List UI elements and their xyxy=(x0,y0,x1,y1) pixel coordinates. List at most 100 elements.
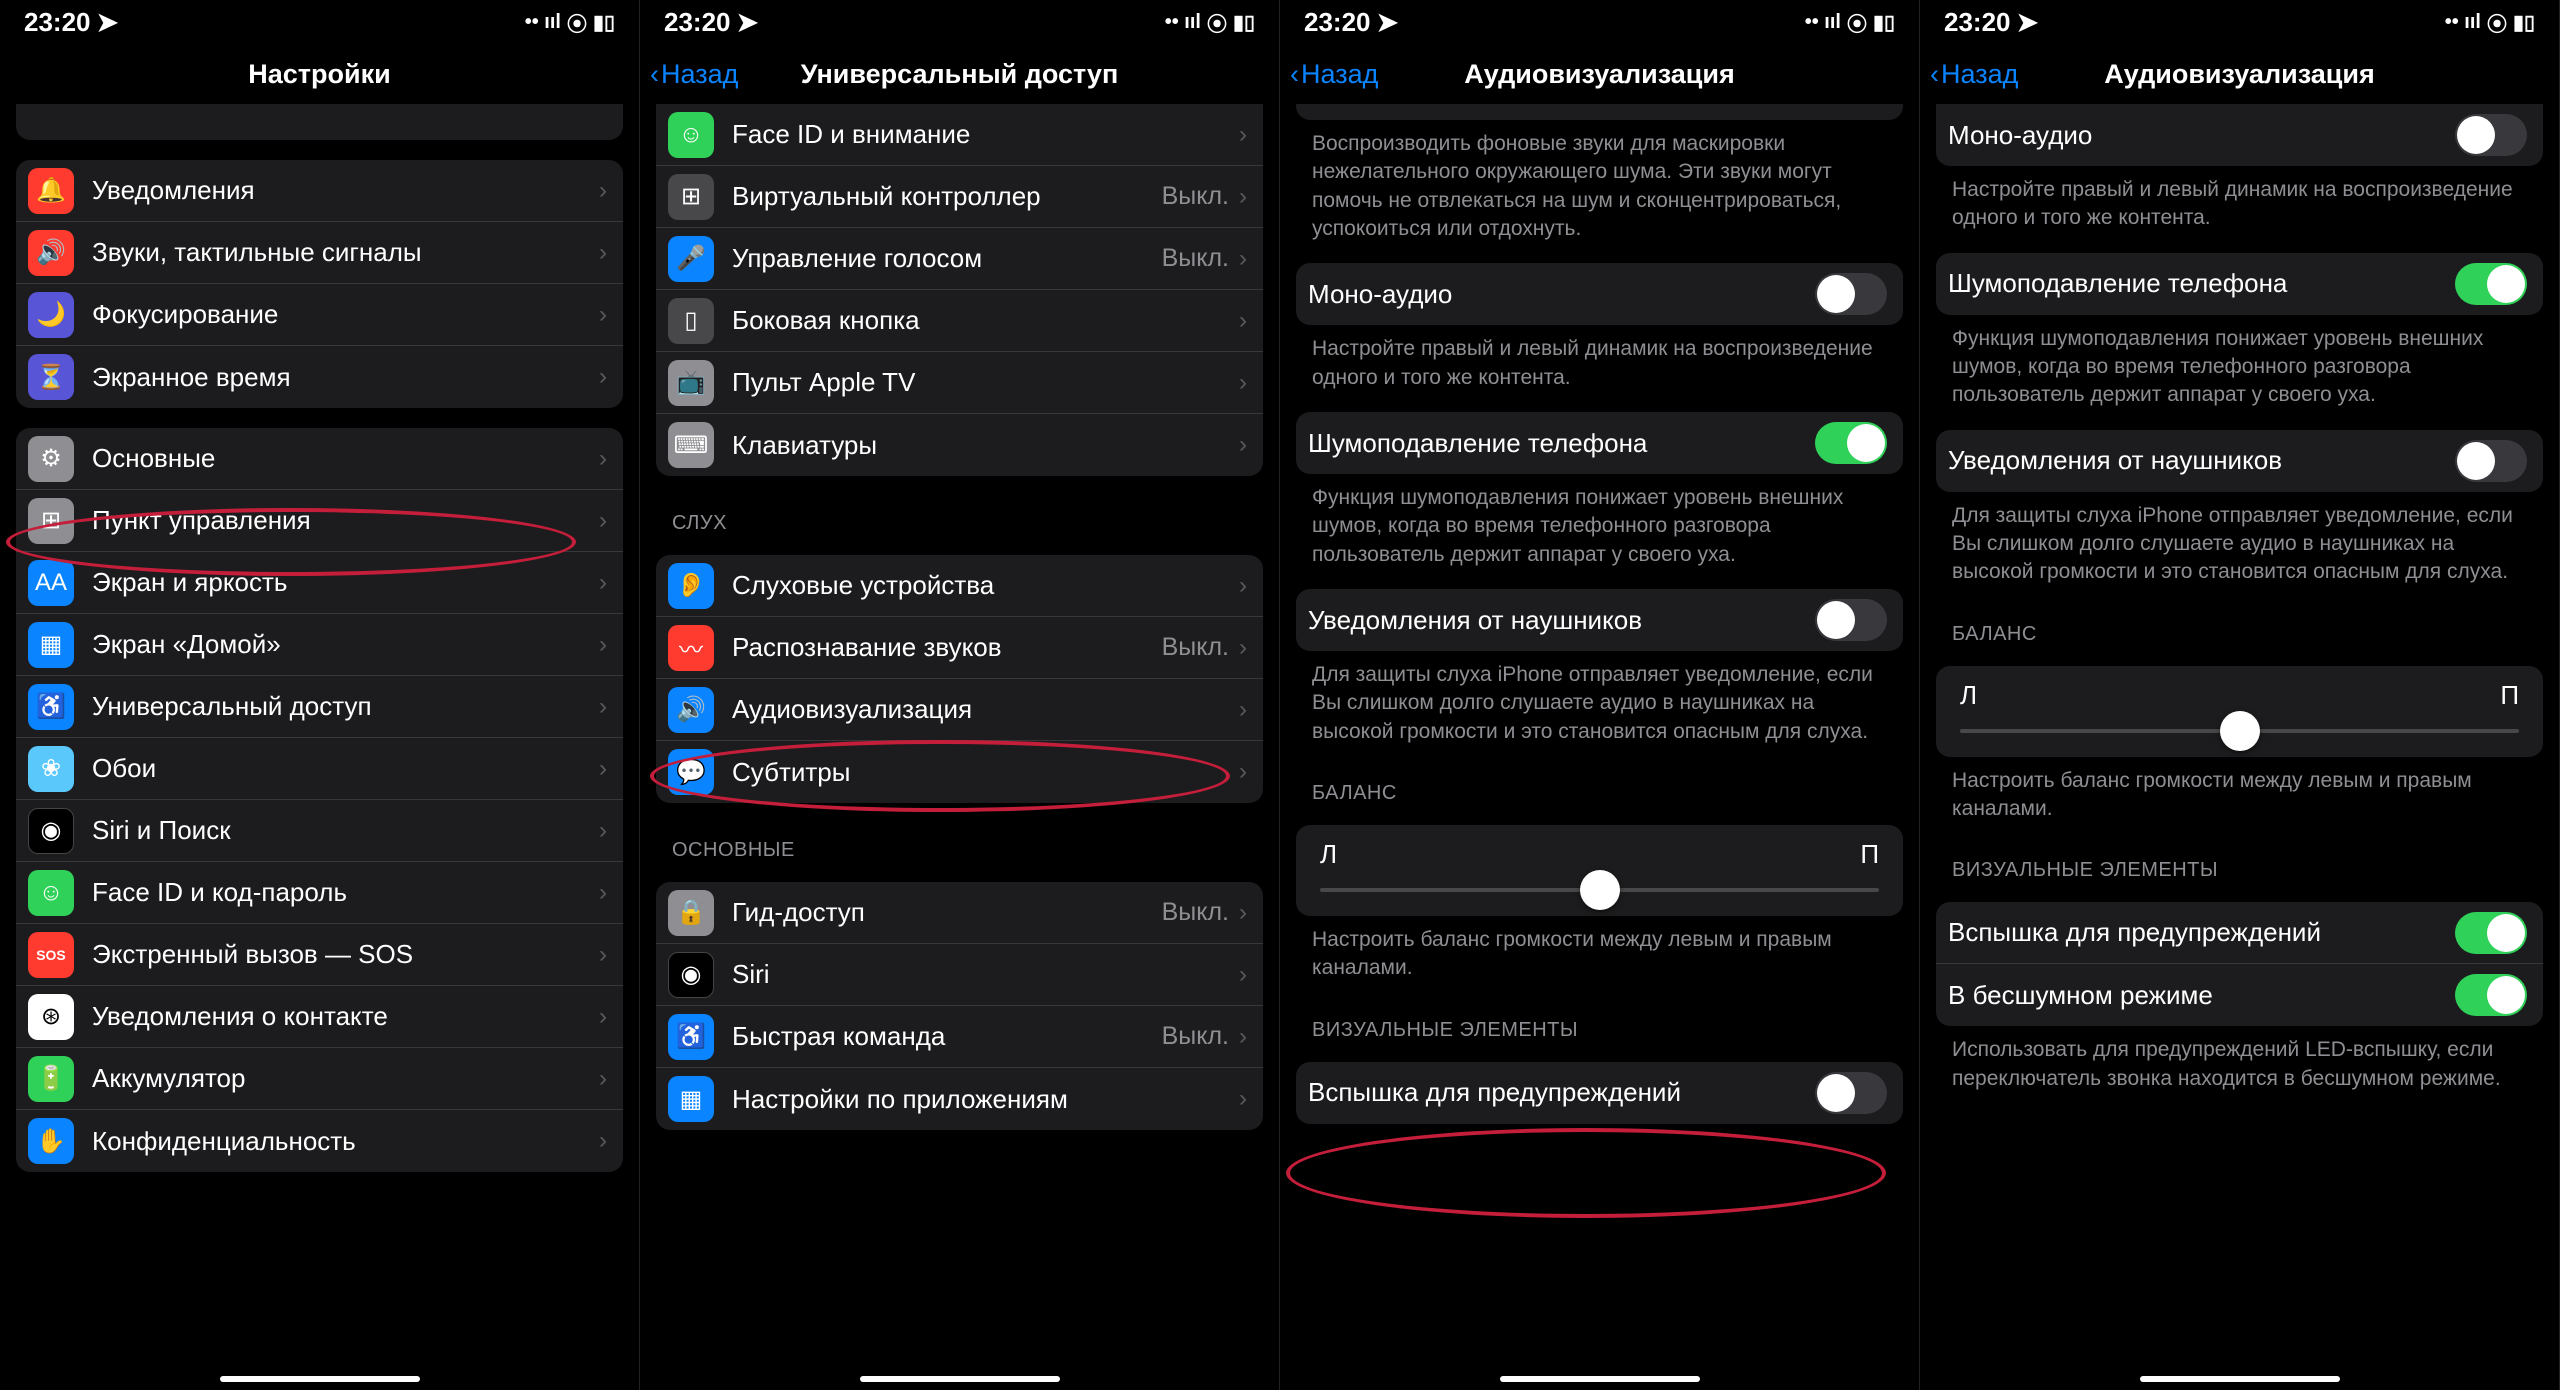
chevron-right-icon: › xyxy=(1239,1023,1247,1051)
row-apple-tv-remote[interactable]: 📺Пульт Apple TV› xyxy=(656,352,1263,414)
headphone-desc: Для защиты слуха iPhone отправляет уведо… xyxy=(1312,661,1887,746)
chevron-right-icon: › xyxy=(599,1127,607,1155)
visual-header: ВИЗУАЛЬНЫЕ ЭЛЕМЕНТЫ xyxy=(1312,1019,1887,1042)
toggle-headphone[interactable] xyxy=(2455,440,2527,482)
label: В бесшумном режиме xyxy=(1948,980,2455,1011)
toggle-mono[interactable] xyxy=(2455,114,2527,156)
faceid-icon: ☺ xyxy=(28,870,74,916)
row-faceid[interactable]: ☺Face ID и код-пароль› xyxy=(16,862,623,924)
row-subtitles[interactable]: 💬Субтитры› xyxy=(656,741,1263,803)
waveform-icon: 〰 xyxy=(668,625,714,671)
signal-icon: •• ııl xyxy=(525,11,561,34)
row-sound-recognition[interactable]: 〰Распознавание звуковВыкл.› xyxy=(656,617,1263,679)
chevron-right-icon: › xyxy=(599,301,607,329)
row-headphone-notif[interactable]: Уведомления от наушников xyxy=(1936,430,2543,492)
row-general[interactable]: ⚙Основные› xyxy=(16,428,623,490)
row-voice-control[interactable]: 🎤Управление голосомВыкл.› xyxy=(656,228,1263,290)
row-accessibility[interactable]: ♿Универсальный доступ› xyxy=(16,676,623,738)
status-bar: 23:20➤ •• ııl⦿▮▯ xyxy=(0,0,639,44)
toggle-silent[interactable] xyxy=(2455,974,2527,1016)
chevron-right-icon: › xyxy=(599,693,607,721)
row-exposure[interactable]: ⊛Уведомления о контакте› xyxy=(16,986,623,1048)
toggle-flash[interactable] xyxy=(1815,1072,1887,1114)
row-screentime[interactable]: ⏳Экранное время› xyxy=(16,346,623,408)
row-noise-cancel[interactable]: Шумоподавление телефона xyxy=(1936,253,2543,315)
home-indicator[interactable] xyxy=(2140,1376,2340,1382)
screen-settings: 23:20➤ •• ııl⦿▮▯ Настройки 🔔Уведомления›… xyxy=(0,0,640,1390)
label: Основные xyxy=(92,443,599,474)
toggle-mono[interactable] xyxy=(1815,273,1887,315)
row-sounds[interactable]: 🔊Звуки, тактильные сигналы› xyxy=(16,222,623,284)
toggle-headphone[interactable] xyxy=(1815,599,1887,641)
toggle-noise[interactable] xyxy=(1815,422,1887,464)
back-button[interactable]: ‹Назад xyxy=(650,59,738,90)
row-notifications[interactable]: 🔔Уведомления› xyxy=(16,160,623,222)
row-sos[interactable]: SOSЭкстренный вызов — SOS› xyxy=(16,924,623,986)
row-headphone-notif[interactable]: Уведомления от наушников xyxy=(1296,589,1903,651)
chevron-right-icon: › xyxy=(599,1065,607,1093)
status-time: 23:20 xyxy=(24,7,91,38)
row-hearing-devices[interactable]: 👂Слуховые устройства› xyxy=(656,555,1263,617)
value: Выкл. xyxy=(1162,182,1229,211)
grid-icon: ▦ xyxy=(28,622,74,668)
slider-knob[interactable] xyxy=(2220,711,2260,751)
row-siri[interactable]: ◉Siri и Поиск› xyxy=(16,800,623,862)
row-mono-audio[interactable]: Моно-аудио xyxy=(1936,104,2543,166)
row-display[interactable]: AAЭкран и яркость› xyxy=(16,552,623,614)
row-per-app[interactable]: ▦Настройки по приложениям› xyxy=(656,1068,1263,1130)
back-label: Назад xyxy=(661,59,738,90)
mono-desc: Настройте правый и левый динамик на восп… xyxy=(1952,176,2527,233)
home-indicator[interactable] xyxy=(220,1376,420,1382)
row-switch-control[interactable]: ⊞Виртуальный контроллерВыкл.› xyxy=(656,166,1263,228)
label: Моно-аудио xyxy=(1308,279,1815,310)
apps-icon: ▦ xyxy=(668,1076,714,1122)
headphone-desc: Для защиты слуха iPhone отправляет уведо… xyxy=(1952,502,2527,587)
row-mono-audio[interactable]: Моно-аудио xyxy=(1296,263,1903,325)
flash-desc: Использовать для предупреждений LED-вспы… xyxy=(1952,1036,2527,1093)
back-button[interactable]: ‹Назад xyxy=(1290,59,1378,90)
partial-row[interactable] xyxy=(16,104,623,140)
row-faceid-attention[interactable]: ☺Face ID и внимание› xyxy=(656,104,1263,166)
balance-slider[interactable] xyxy=(1960,729,2519,733)
row-guided-access[interactable]: 🔒Гид-доступВыкл.› xyxy=(656,882,1263,944)
chevron-right-icon: › xyxy=(599,445,607,473)
row-focus[interactable]: 🌙Фокусирование› xyxy=(16,284,623,346)
partial-prev-group xyxy=(1296,104,1903,120)
balance-slider[interactable] xyxy=(1320,888,1879,892)
chevron-right-icon: › xyxy=(599,239,607,267)
row-siri[interactable]: ◉Siri› xyxy=(656,944,1263,1006)
row-flash-silent[interactable]: В бесшумном режиме xyxy=(1936,964,2543,1026)
row-privacy[interactable]: ✋Конфиденциальность› xyxy=(16,1110,623,1172)
row-shortcut[interactable]: ♿Быстрая командаВыкл.› xyxy=(656,1006,1263,1068)
row-wallpaper[interactable]: ❀Обои› xyxy=(16,738,623,800)
back-button[interactable]: ‹Назад xyxy=(1930,59,2018,90)
keyboard-icon: ⌨ xyxy=(668,422,714,468)
label: Аккумулятор xyxy=(92,1063,599,1094)
home-indicator[interactable] xyxy=(1500,1376,1700,1382)
chevron-right-icon: › xyxy=(599,631,607,659)
label: Экран и яркость xyxy=(92,567,599,598)
back-label: Назад xyxy=(1941,59,2018,90)
screen-audiovisual-2: 23:20➤ •• ııl⦿▮▯ ‹Назад Аудиовизуализаци… xyxy=(1920,0,2560,1390)
home-indicator[interactable] xyxy=(860,1376,1060,1382)
toggle-noise[interactable] xyxy=(2455,263,2527,305)
balance-desc: Настроить баланс громкости между левым и… xyxy=(1952,767,2527,824)
row-control-center[interactable]: ⊞Пункт управления› xyxy=(16,490,623,552)
label: Уведомления от наушников xyxy=(1948,445,2455,476)
row-flash-alerts[interactable]: Вспышка для предупреждений xyxy=(1296,1062,1903,1124)
subtitles-icon: 💬 xyxy=(668,749,714,795)
row-home-screen[interactable]: ▦Экран «Домой»› xyxy=(16,614,623,676)
toggle-flash[interactable] xyxy=(2455,912,2527,954)
row-side-button[interactable]: ▯Боковая кнопка› xyxy=(656,290,1263,352)
signal-icon: •• ııl xyxy=(1805,11,1841,34)
row-audiovisual[interactable]: 🔊Аудиовизуализация› xyxy=(656,679,1263,741)
slider-knob[interactable] xyxy=(1580,870,1620,910)
balance-control: ЛП xyxy=(1936,666,2543,757)
row-keyboards[interactable]: ⌨Клавиатуры› xyxy=(656,414,1263,476)
row-flash-alerts[interactable]: Вспышка для предупреждений xyxy=(1936,902,2543,964)
label: Обои xyxy=(92,753,599,784)
value: Выкл. xyxy=(1162,633,1229,662)
row-noise-cancel[interactable]: Шумоподавление телефона xyxy=(1296,412,1903,474)
row-battery[interactable]: 🔋Аккумулятор› xyxy=(16,1048,623,1110)
label: Пункт управления xyxy=(92,505,599,536)
